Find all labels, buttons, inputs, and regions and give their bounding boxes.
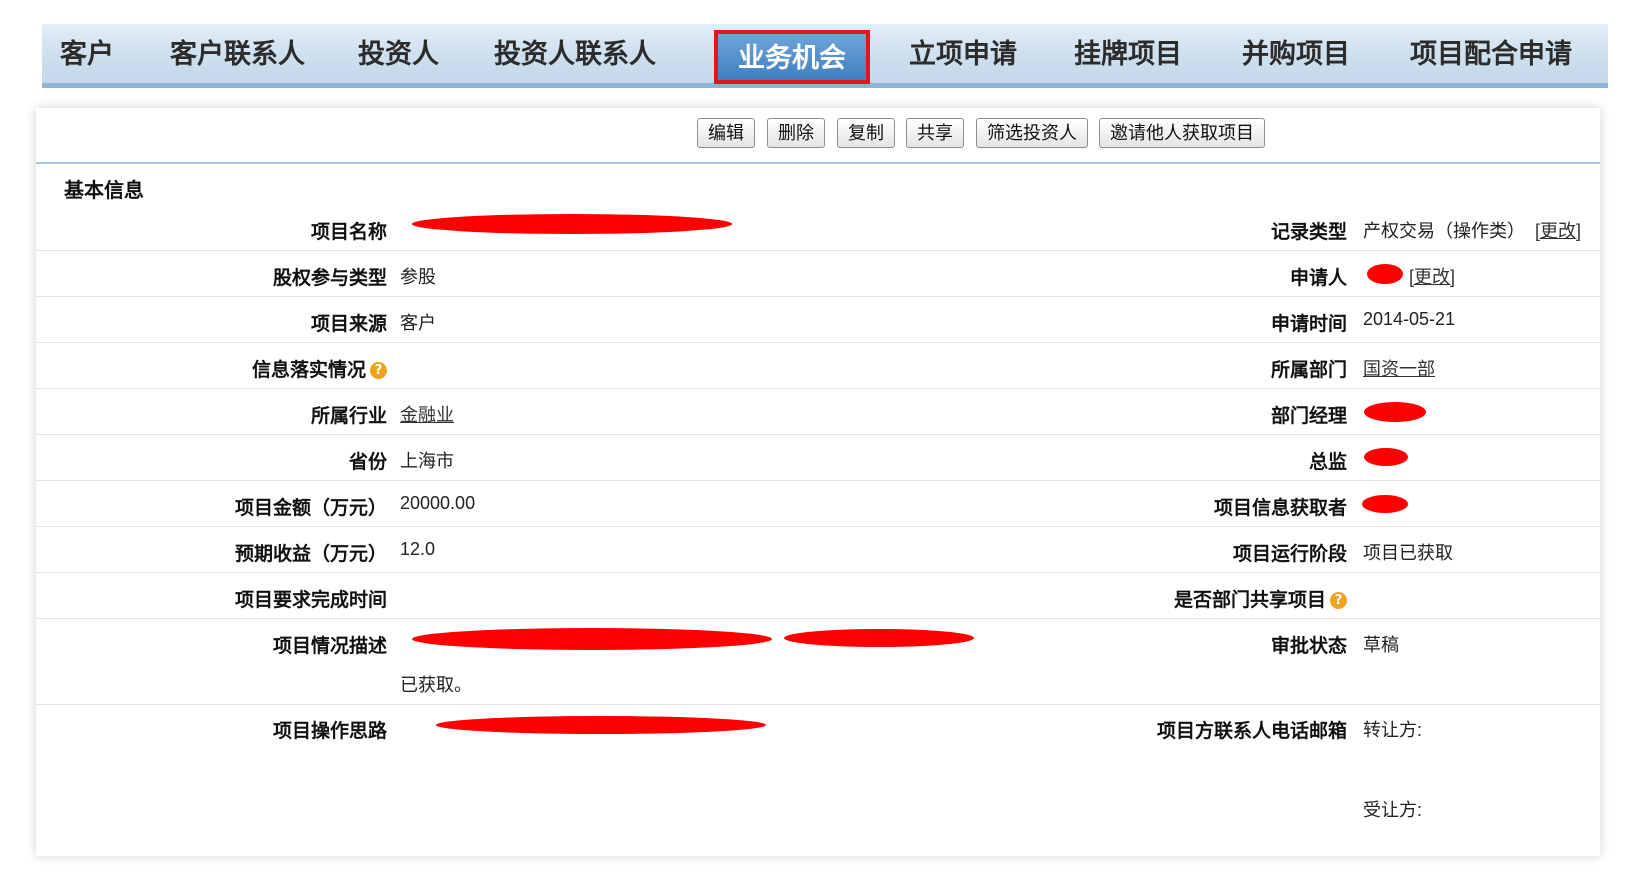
record-type-change-link[interactable]: [更改] xyxy=(1535,221,1581,241)
expected-income-label: 预期收益（万元） xyxy=(234,543,387,565)
approach-label: 项目操作思路 xyxy=(272,720,387,742)
redaction-mark xyxy=(412,214,732,234)
invite-button[interactable]: 邀请他人获取项目 xyxy=(1099,118,1265,148)
apply-time-label: 申请时间 xyxy=(1270,313,1347,335)
contact-label: 项目方联系人电话邮箱 xyxy=(1156,720,1347,742)
tab-investors[interactable]: 投资人 xyxy=(358,30,439,80)
redaction-mark xyxy=(436,716,766,734)
tab-project-application[interactable]: 立项申请 xyxy=(909,30,1017,80)
redaction-mark xyxy=(1364,448,1408,466)
transferor-value: 转让方: xyxy=(1363,720,1423,740)
form-row: 项目金额（万元） 20000.00 项目信息获取者 xyxy=(36,480,1600,527)
help-icon[interactable]: ? xyxy=(370,362,387,379)
expected-income-value: 12.0 xyxy=(400,539,436,559)
tab-ma-projects[interactable]: 并购项目 xyxy=(1242,30,1350,80)
redaction-mark xyxy=(412,628,772,650)
info-acquirer-label: 项目信息获取者 xyxy=(1213,497,1347,519)
approval-value: 草稿 xyxy=(1363,635,1399,655)
dept-manager-label: 部门经理 xyxy=(1270,405,1347,427)
info-status-label: 信息落实情况? xyxy=(252,355,387,382)
form-row: 预期收益（万元） 12.0 项目运行阶段 项目已获取 xyxy=(36,526,1600,573)
form-row: 所属行业 金融业 部门经理 xyxy=(36,388,1600,435)
director-label: 总监 xyxy=(1308,451,1347,473)
province-value: 上海市 xyxy=(400,451,454,471)
info-status-label-text: 信息落实情况 xyxy=(251,359,366,381)
section-title: 基本信息 xyxy=(64,178,144,202)
project-source-label: 项目来源 xyxy=(310,313,387,335)
description-label: 项目情况描述 xyxy=(272,635,387,657)
delete-button[interactable]: 删除 xyxy=(767,118,825,148)
apply-time-value: 2014-05-21 xyxy=(1363,309,1456,329)
department-label: 所属部门 xyxy=(1270,359,1347,381)
record-type-value: 产权交易（操作类） [更改] xyxy=(1363,217,1581,243)
record-type-label: 记录类型 xyxy=(1270,221,1347,243)
dept-shared-label-text: 是否部门共享项目 xyxy=(1173,589,1326,611)
deadline-label: 项目要求完成时间 xyxy=(234,589,387,611)
form-row: 项目来源 客户 申请时间 2014-05-21 xyxy=(36,296,1600,343)
industry-label: 所属行业 xyxy=(310,405,387,427)
form-row: 项目操作思路 项目方联系人电话邮箱 转让方: 受让方: xyxy=(36,704,1600,834)
tab-investor-contacts[interactable]: 投资人联系人 xyxy=(494,30,656,80)
redaction-mark xyxy=(1364,402,1426,422)
industry-link[interactable]: 金融业 xyxy=(400,401,454,427)
main-nav: 客户 客户联系人 投资人 投资人联系人 业务机会 立项申请 挂牌项目 并购项目 … xyxy=(42,24,1608,88)
redaction-mark xyxy=(1367,264,1403,284)
form-row: 省份 上海市 总监 xyxy=(36,434,1600,481)
dept-shared-label: 是否部门共享项目? xyxy=(1174,585,1347,612)
redaction-mark xyxy=(1362,495,1408,513)
record-type-text: 产权交易（操作类） xyxy=(1363,221,1525,241)
applicant-change-link[interactable]: [更改] xyxy=(1409,263,1455,289)
tab-customers[interactable]: 客户 xyxy=(60,30,114,80)
form-row: 项目要求完成时间 是否部门共享项目? xyxy=(36,572,1600,619)
project-name-label: 项目名称 xyxy=(310,221,387,243)
stage-label: 项目运行阶段 xyxy=(1232,543,1347,565)
detail-panel: 编辑 删除 复制 共享 筛选投资人 邀请他人获取项目 基本信息 项目名称 记录类… xyxy=(36,108,1600,856)
tab-project-cooperation[interactable]: 项目配合申请 xyxy=(1410,30,1572,80)
approval-label: 审批状态 xyxy=(1270,635,1347,657)
copy-button[interactable]: 复制 xyxy=(837,118,895,148)
edit-button[interactable]: 编辑 xyxy=(697,118,755,148)
applicant-label: 申请人 xyxy=(1289,267,1347,289)
equity-type-value: 参股 xyxy=(400,267,436,287)
amount-value: 20000.00 xyxy=(400,493,476,513)
tab-listed-projects[interactable]: 挂牌项目 xyxy=(1074,30,1182,80)
amount-label: 项目金额（万元） xyxy=(234,497,387,519)
help-icon[interactable]: ? xyxy=(1330,592,1347,609)
tab-customer-contacts[interactable]: 客户联系人 xyxy=(170,30,305,80)
stage-value: 项目已获取 xyxy=(1363,543,1453,563)
transferee-value: 受让方: xyxy=(1363,800,1423,820)
toolbar: 编辑 删除 复制 共享 筛选投资人 邀请他人获取项目 xyxy=(36,108,1600,164)
redaction-mark xyxy=(784,629,974,647)
province-label: 省份 xyxy=(348,451,387,473)
share-button[interactable]: 共享 xyxy=(906,118,964,148)
form-row: 股权参与类型 参股 申请人 [更改] xyxy=(36,250,1600,297)
equity-type-label: 股权参与类型 xyxy=(272,267,387,289)
project-source-value: 客户 xyxy=(400,313,436,333)
form-row: 项目名称 记录类型 产权交易（操作类） [更改] xyxy=(36,204,1600,251)
description-tail: 已获取。 xyxy=(400,675,472,695)
filter-investors-button[interactable]: 筛选投资人 xyxy=(976,118,1088,148)
form-row: 信息落实情况? 所属部门 国资一部 xyxy=(36,342,1600,389)
form-row: 项目情况描述 已获取。 审批状态 草稿 xyxy=(36,618,1600,705)
department-link[interactable]: 国资一部 xyxy=(1363,355,1435,381)
tab-business-opportunities[interactable]: 业务机会 xyxy=(714,30,870,84)
